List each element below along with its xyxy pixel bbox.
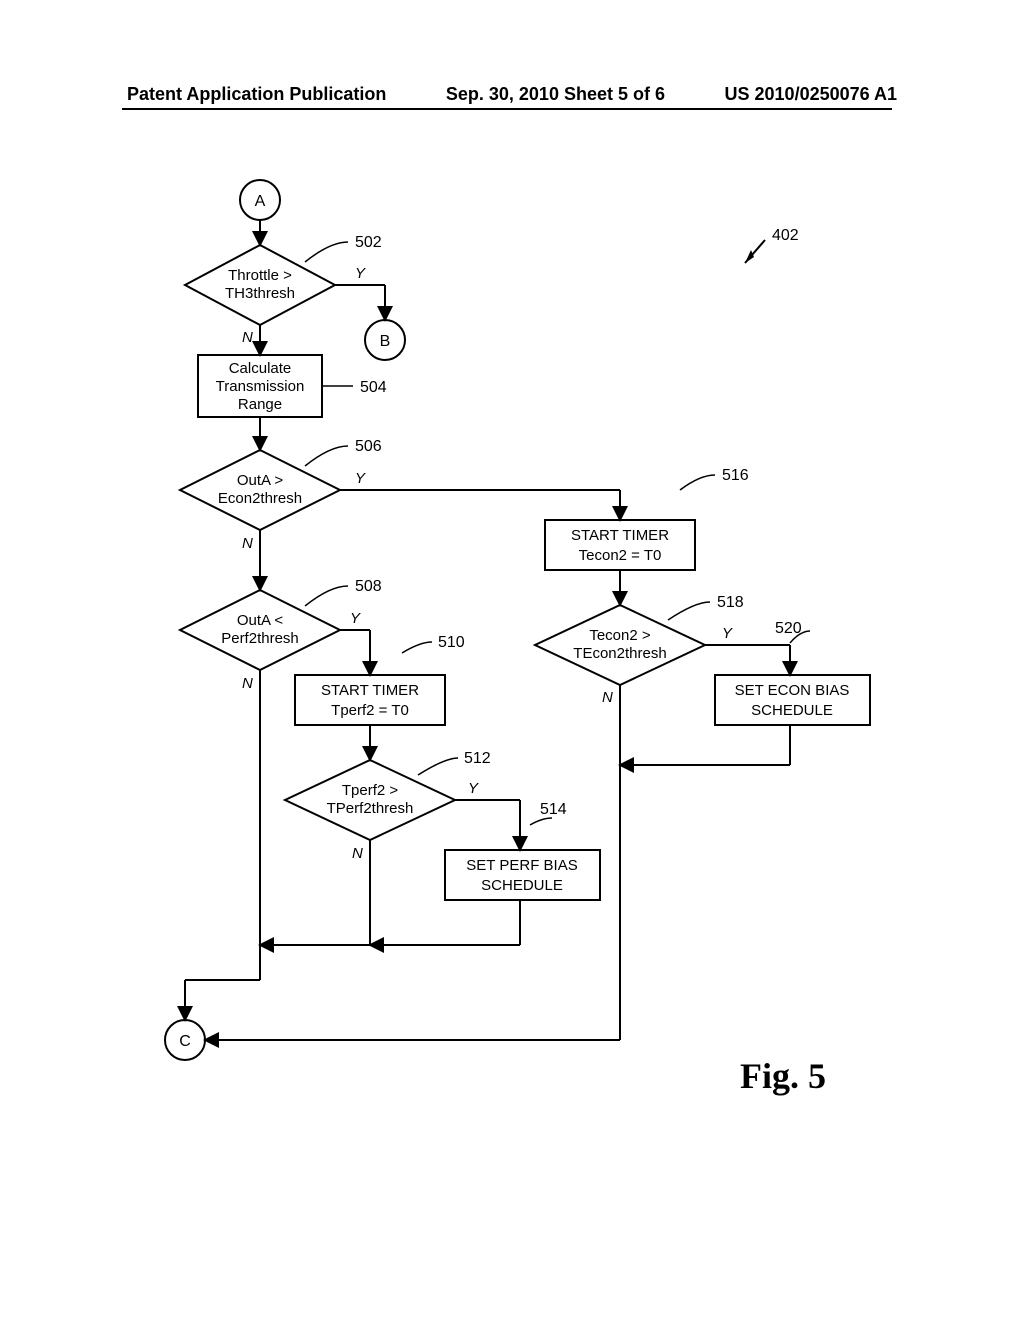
svg-text:N: N <box>352 845 363 862</box>
ref-510: 510 <box>438 634 465 651</box>
ref-502: 502 <box>355 234 382 251</box>
header-left: Patent Application Publication <box>127 84 386 105</box>
p510-l1: START TIMER <box>321 682 419 699</box>
d508-l1: OutA < <box>237 612 284 629</box>
d508-l2: Perf2thresh <box>221 630 299 647</box>
d512-l1: Tperf2 > <box>342 782 399 799</box>
header-center: Sep. 30, 2010 Sheet 5 of 6 <box>446 84 665 105</box>
p516-l1: START TIMER <box>571 527 669 544</box>
svg-text:N: N <box>242 675 253 692</box>
ref-506: 506 <box>355 438 382 455</box>
svg-text:N: N <box>602 689 613 706</box>
connector-c-label: C <box>179 1033 191 1050</box>
ref-512: 512 <box>464 750 491 767</box>
d518-l1: Tecon2 > <box>589 627 651 644</box>
flowchart: A Throttle > TH3thresh 502 Y B N Calcula… <box>110 170 930 1090</box>
connector-b-label: B <box>380 333 391 350</box>
ref-402: 402 <box>772 227 799 244</box>
d506-l1: OutA > <box>237 472 284 489</box>
ref-520: 520 <box>775 620 802 637</box>
y-label: Y <box>355 265 366 282</box>
d506-l2: Econ2thresh <box>218 490 302 507</box>
n-label: N <box>242 329 253 346</box>
p504-l3: Range <box>238 396 282 413</box>
connector-a-label: A <box>255 193 266 210</box>
d502-l1: Throttle > <box>228 267 292 284</box>
p504-l1: Calculate <box>229 360 292 377</box>
svg-text:Y: Y <box>468 780 479 797</box>
p516-l2: Tecon2 = T0 <box>579 547 662 564</box>
d502-l2: TH3thresh <box>225 285 295 302</box>
ref-514: 514 <box>540 801 567 818</box>
header-rule <box>122 108 892 110</box>
p520-l2: SCHEDULE <box>751 702 833 719</box>
p510-l2: Tperf2 = T0 <box>331 702 409 719</box>
svg-text:N: N <box>242 535 253 552</box>
header-right: US 2010/0250076 A1 <box>725 84 897 105</box>
ref-504: 504 <box>360 379 387 396</box>
p520-l1: SET ECON BIAS <box>735 682 850 699</box>
svg-text:Y: Y <box>355 470 366 487</box>
p514-l1: SET PERF BIAS <box>466 857 577 874</box>
figure-label: Fig. 5 <box>740 1055 826 1097</box>
svg-text:Y: Y <box>722 625 733 642</box>
p504-l2: Transmission <box>216 378 305 395</box>
d512-l2: TPerf2thresh <box>327 800 414 817</box>
d518-l2: TEcon2thresh <box>573 645 666 662</box>
ref-518: 518 <box>717 594 744 611</box>
ref-516: 516 <box>722 467 749 484</box>
page-header: Patent Application Publication Sep. 30, … <box>0 84 1024 105</box>
svg-text:Y: Y <box>350 610 361 627</box>
ref-508: 508 <box>355 578 382 595</box>
p514-l2: SCHEDULE <box>481 877 563 894</box>
